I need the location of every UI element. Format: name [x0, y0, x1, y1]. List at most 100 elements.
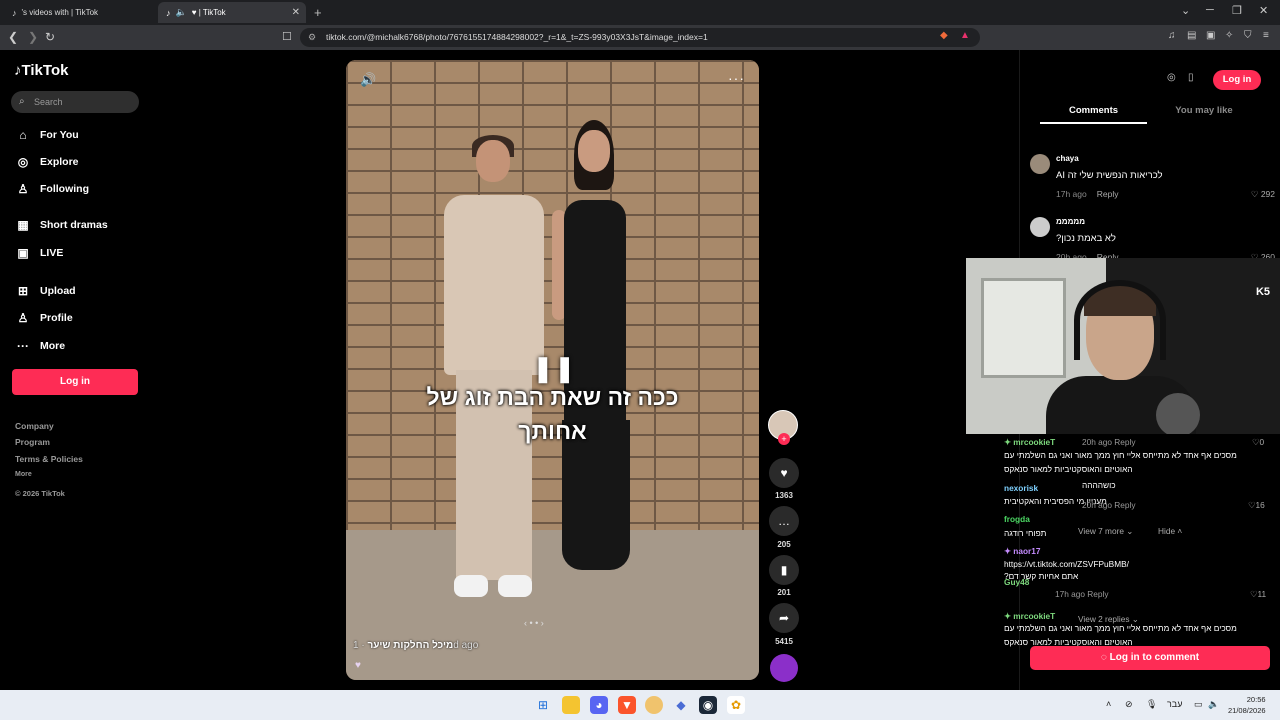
- avatar[interactable]: [1030, 217, 1050, 237]
- vpn-icon[interactable]: ⛉: [1244, 30, 1252, 41]
- like-count: 292: [1260, 189, 1275, 199]
- footer-more[interactable]: More: [15, 471, 32, 478]
- follow-plus-icon[interactable]: +: [778, 433, 790, 445]
- live-icon: ▣: [17, 246, 29, 260]
- explore-icon[interactable]: ◎: [1167, 72, 1176, 83]
- streamer-webcam: K5: [966, 258, 1280, 434]
- back-icon[interactable]: ❮: [8, 30, 18, 44]
- leo-icon[interactable]: ✧: [1225, 30, 1233, 41]
- comment-user[interactable]: chaya: [1056, 154, 1079, 163]
- nav-for-you[interactable]: ⌂ For You: [14, 128, 78, 142]
- tiktok-favicon-icon: ♪: [166, 7, 171, 18]
- reply-link[interactable]: Reply: [1097, 189, 1119, 199]
- tiktok-favicon-icon: ♪: [12, 7, 17, 18]
- chat-username: mrcookieT: [1013, 437, 1056, 447]
- avatar[interactable]: [1030, 154, 1050, 174]
- nav-label: Short dramas: [40, 219, 108, 231]
- nav-explore[interactable]: ◎ Explore: [14, 155, 79, 169]
- more-options-icon[interactable]: ···: [728, 70, 745, 86]
- new-tab-icon[interactable]: +: [314, 5, 322, 20]
- chat-meta: 17h ago Reply: [1055, 589, 1109, 599]
- left-sidebar: ♪TikTok ⌕ Search ⌂ For You ◎ Explore ♙ Foll…: [0, 50, 150, 690]
- file-explorer-icon[interactable]: [562, 696, 580, 714]
- music-disc-icon[interactable]: [770, 654, 798, 682]
- diamond-app-icon[interactable]: ◆: [672, 696, 690, 714]
- dots-icon: ···: [17, 339, 29, 353]
- login-top-button[interactable]: Log in: [1213, 70, 1261, 90]
- menu-icon[interactable]: ≡: [1263, 30, 1269, 41]
- nav-more[interactable]: ··· More: [14, 339, 65, 353]
- photo-player[interactable]: 🔊 ··· ❚❚ ככה זה שאת הבת זוג של אחותך ‹ •…: [346, 60, 759, 680]
- tab-active[interactable]: ♪ 🔈 ♥ | TikTok ✕: [158, 2, 306, 23]
- nav-profile[interactable]: ♙ Profile: [14, 311, 73, 325]
- discord-icon[interactable]: ◕: [590, 696, 608, 714]
- tab-comments[interactable]: Comments: [1040, 105, 1147, 124]
- minimize-icon[interactable]: ─: [1206, 4, 1214, 16]
- brave-rewards-icon[interactable]: ▲: [960, 30, 970, 41]
- browser-tab-strip: ♪ 's videos with | TikTok ♪ 🔈 ♥ | TikTok…: [0, 0, 1280, 25]
- chat-likes: ♡0: [1252, 437, 1272, 447]
- login-button[interactable]: Log in: [12, 369, 138, 395]
- comment-button[interactable]: …: [769, 506, 799, 536]
- comment-meta: 17h ago Reply: [1056, 189, 1118, 199]
- wallet-icon[interactable]: ▣: [1206, 30, 1215, 41]
- tiktok-logo[interactable]: ♪TikTok: [14, 62, 68, 79]
- chat-message: תפוחי רודגה: [1004, 528, 1047, 538]
- windows-start-icon[interactable]: ⊞: [534, 696, 552, 714]
- maximize-icon[interactable]: ❐: [1232, 4, 1242, 17]
- sidebar-toggle-icon[interactable]: ▤: [1187, 30, 1196, 41]
- nav-short-dramas[interactable]: ▦ Short dramas: [14, 218, 108, 232]
- footer-terms[interactable]: Terms & Policies: [15, 454, 83, 464]
- search-input[interactable]: ⌕ Search: [11, 91, 139, 113]
- author-name[interactable]: מיכל החלקות שיער: [367, 640, 453, 651]
- nav-live[interactable]: ▣ LIVE: [14, 246, 63, 260]
- forward-icon[interactable]: ❯: [28, 30, 38, 44]
- comment-like[interactable]: ♡ 292: [1251, 189, 1275, 200]
- system-clock[interactable]: 20:56 21/08/2026: [1228, 694, 1266, 716]
- tray-mic-icon[interactable]: 🎙: [1146, 699, 1157, 710]
- site-info-icon[interactable]: ⚙: [308, 28, 316, 47]
- language-indicator[interactable]: עבר: [1167, 699, 1182, 709]
- tab-you-may-like[interactable]: You may like: [1150, 105, 1258, 116]
- comment-user[interactable]: מממממ: [1056, 217, 1085, 226]
- steam-icon[interactable]: ◉: [699, 696, 717, 714]
- author-line[interactable]: מיכל החלקות שיער · 1d ago: [353, 640, 478, 651]
- footer-company[interactable]: Company: [15, 421, 54, 431]
- tray-network-off-icon[interactable]: ⊘: [1125, 699, 1133, 710]
- nav-following[interactable]: ♙ Following: [14, 182, 89, 196]
- chat-likes: ♡11: [1250, 589, 1274, 599]
- tray-volume-icon[interactable]: 🔈: [1208, 699, 1219, 710]
- tray-chevron-icon[interactable]: ˄: [1106, 699, 1111, 709]
- tab-menu-icon[interactable]: ⌄: [1181, 4, 1190, 17]
- brave-shield-icon[interactable]: ◆: [940, 30, 948, 41]
- like-button[interactable]: ♥: [769, 458, 799, 488]
- bookmark-icon[interactable]: ☐: [282, 30, 292, 43]
- plus-square-icon: ⊞: [17, 284, 29, 298]
- app-icon[interactable]: [645, 696, 663, 714]
- reload-icon[interactable]: ↻: [45, 30, 55, 44]
- suit: [444, 195, 544, 375]
- image-pager[interactable]: ‹ • • ›: [524, 618, 544, 628]
- nav-label: Upload: [40, 285, 76, 297]
- compass-icon: ◎: [17, 155, 29, 169]
- tab-videos[interactable]: ♪ 's videos with | TikTok: [4, 2, 154, 23]
- chat-message: מסכים אף אחד לא מתייחס אליי חוץ ממך מאור…: [1004, 450, 1237, 460]
- phone-icon[interactable]: ▯: [1188, 72, 1194, 83]
- brave-browser-icon[interactable]: ▼: [618, 696, 636, 714]
- nav-upload[interactable]: ⊞ Upload: [14, 284, 76, 298]
- close-window-icon[interactable]: ✕: [1259, 4, 1268, 17]
- app-icon-2[interactable]: ✿: [727, 696, 745, 714]
- chat-user: nexorisk: [1004, 483, 1039, 493]
- save-count: 201: [777, 588, 791, 597]
- login-to-comment-button[interactable]: ◌ Log in to comment: [1030, 646, 1270, 670]
- media-icon[interactable]: ♫: [1168, 30, 1176, 41]
- chat-user: frogda: [1004, 514, 1030, 524]
- volume-icon[interactable]: 🔊: [360, 72, 376, 88]
- footer-program[interactable]: Program: [15, 437, 50, 447]
- save-button[interactable]: ▮: [769, 555, 799, 585]
- share-button[interactable]: ➦: [769, 603, 799, 633]
- close-tab-icon[interactable]: ✕: [292, 7, 300, 18]
- url-field[interactable]: ⚙ tiktok.com/@michalk6768/photo/76761551…: [300, 28, 980, 47]
- head: [476, 140, 510, 182]
- tray-display-icon[interactable]: ▭: [1194, 699, 1203, 710]
